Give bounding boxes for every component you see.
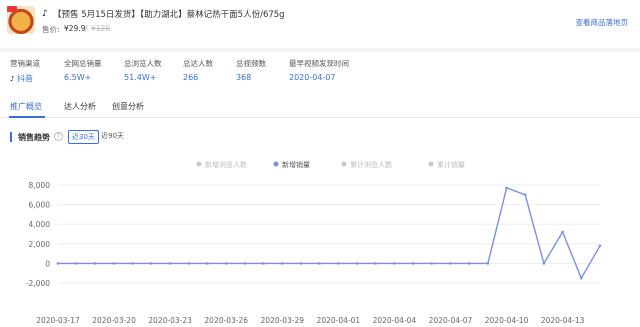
product-title[interactable]: 【预售 5月15日发货】【助力湖北】蔡林记热干面5人份/675g — [53, 8, 285, 20]
price-current: ¥29.9 — [64, 24, 86, 33]
stat-label: 总达人数 — [183, 59, 213, 68]
legend-label[interactable]: 累计销量 — [437, 160, 465, 169]
legend-label[interactable]: 累计浏览人数 — [350, 160, 392, 169]
stat-value: 抖音 — [17, 74, 33, 83]
data-point[interactable] — [243, 262, 247, 265]
stat-label: 全网总销量 — [64, 59, 102, 68]
active-tab-indicator — [9, 116, 45, 118]
data-point[interactable] — [486, 262, 490, 265]
stat-label: 总视频数 — [236, 59, 266, 68]
stat-channel: 营销渠道 ♪ 抖音 — [10, 58, 40, 84]
view-landing-page-link[interactable]: 查看商品落地页 — [576, 17, 629, 28]
stat-total-viewers: 总浏览人数 51.4W+ — [124, 58, 162, 82]
analysis-panel: 推广概览 达人分析 创意分析 销售趋势 ? 近30天 近90天 新增浏览人数 新增… — [0, 92, 640, 327]
data-point[interactable] — [131, 262, 135, 265]
x-tick-label: 2020-03-26 — [204, 316, 248, 325]
y-tick-label: 2,000 — [29, 240, 51, 249]
x-tick-label: 2020-04-10 — [485, 316, 529, 325]
stats-bar: 营销渠道 ♪ 抖音 全网总销量 6.5W+ 总浏览人数 51.4W+ 总达人数 2… — [0, 52, 640, 92]
sales-trend-chart: 新增浏览人数 新增销量 累计浏览人数 累计销量 -2,000 0 2,000 4,000 6,0… — [26, 160, 602, 325]
price-separator: / — [85, 24, 88, 33]
tab-bar: 推广概览 达人分析 创意分析 — [0, 92, 640, 118]
data-point[interactable] — [467, 262, 471, 265]
data-point[interactable] — [224, 262, 228, 265]
tab-promotion-overview[interactable]: 推广概览 — [10, 101, 42, 112]
tiktok-icon: ♪ — [42, 9, 48, 19]
stat-label: 营销渠道 — [10, 59, 40, 68]
y-tick-label: -2,000 — [26, 279, 50, 288]
data-point[interactable] — [187, 262, 191, 265]
data-point[interactable] — [505, 186, 508, 190]
data-point[interactable] — [206, 262, 209, 265]
x-tick-label: 2020-04-13 — [541, 316, 585, 325]
x-tick-label: 2020-04-07 — [429, 316, 473, 325]
stat-value: 51.4W+ — [124, 73, 157, 82]
douyin-icon: ♪ — [10, 75, 15, 83]
data-point[interactable] — [112, 262, 116, 265]
y-tick-label: 8,000 — [29, 181, 51, 190]
data-point[interactable] — [393, 262, 396, 265]
stat-earliest-video: 最早视频发现时间 2020-04-07 — [289, 58, 349, 82]
data-point[interactable] — [430, 262, 434, 265]
price-original: ¥120 — [91, 24, 111, 33]
x-tick-label: 2020-04-01 — [317, 316, 361, 325]
data-point[interactable] — [168, 262, 172, 265]
stat-value: 368 — [236, 73, 252, 82]
stat-value: 6.5W+ — [64, 73, 92, 82]
range-90-days-button[interactable]: 近90天 — [98, 130, 127, 144]
data-point[interactable] — [75, 262, 78, 265]
legend-marker[interactable] — [273, 161, 279, 167]
stat-label: 总浏览人数 — [124, 59, 162, 68]
series-line-new-sales — [58, 186, 601, 280]
data-point[interactable] — [355, 262, 359, 265]
x-tick-label: 2020-04-04 — [373, 316, 417, 325]
stat-label: 最早视频发现时间 — [289, 59, 349, 68]
data-point[interactable] — [598, 244, 602, 248]
stat-total-videos: 总视频数 368 — [236, 58, 266, 82]
y-tick-label: 6,000 — [29, 201, 51, 210]
price-label: 售价: — [42, 25, 60, 34]
data-point[interactable] — [374, 262, 378, 265]
x-tick-label: 2020-03-29 — [260, 316, 304, 325]
data-point[interactable] — [542, 262, 546, 265]
data-point[interactable] — [337, 262, 340, 265]
section-title: 销售趋势 — [18, 133, 50, 142]
legend-marker[interactable] — [428, 161, 434, 167]
stat-value: 266 — [183, 73, 199, 82]
x-tick-label: 2020-03-17 — [36, 316, 80, 325]
tab-creative-analysis[interactable]: 创意分析 — [112, 101, 144, 112]
legend-label[interactable]: 新增销量 — [282, 160, 310, 169]
data-point[interactable] — [150, 262, 153, 265]
help-icon[interactable]: ? — [54, 132, 63, 141]
data-point[interactable] — [580, 276, 583, 280]
data-point[interactable] — [94, 262, 97, 265]
legend-label[interactable]: 新增浏览人数 — [205, 160, 247, 169]
tab-influencer-analysis[interactable]: 达人分析 — [64, 101, 96, 112]
data-point[interactable] — [318, 262, 321, 265]
y-tick-label: 4,000 — [29, 220, 51, 229]
x-tick-label: 2020-03-23 — [148, 316, 192, 325]
stat-total-influencers: 总达人数 266 — [183, 58, 213, 82]
data-point[interactable] — [561, 230, 564, 234]
data-point[interactable] — [411, 262, 415, 265]
x-tick-label: 2020-03-20 — [92, 316, 136, 325]
product-header: ♪ 【预售 5月15日发货】【助力湖北】蔡林记热干面5人份/675g 售价: ¥… — [0, 0, 640, 48]
data-point[interactable] — [299, 262, 303, 265]
data-point[interactable] — [56, 262, 60, 265]
stat-value: 2020-04-07 — [289, 73, 336, 82]
data-point[interactable] — [523, 193, 527, 197]
data-point[interactable] — [262, 262, 265, 265]
stat-total-sales: 全网总销量 6.5W+ — [64, 58, 102, 82]
data-point[interactable] — [280, 262, 284, 265]
range-30-days-button[interactable]: 近30天 — [68, 130, 99, 144]
data-point[interactable] — [449, 262, 452, 265]
legend-marker[interactable] — [196, 161, 202, 167]
section-marker — [10, 132, 12, 142]
y-tick-label: 0 — [45, 259, 50, 268]
thumbnail-badge — [7, 6, 17, 12]
legend-marker[interactable] — [341, 161, 347, 167]
